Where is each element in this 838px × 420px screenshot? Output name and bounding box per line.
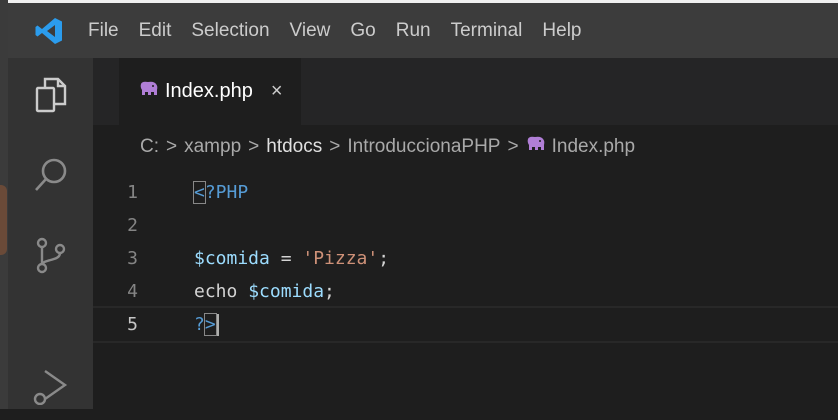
breadcrumb: C: > xampp > htdocs > IntroduccionaPHP >… — [140, 126, 838, 168]
keyword-token: echo — [194, 281, 249, 302]
close-icon[interactable]: × — [271, 80, 283, 103]
source-control-icon[interactable] — [8, 220, 93, 290]
menu-terminal[interactable]: Terminal — [451, 20, 523, 42]
breadcrumb-separator: > — [329, 136, 341, 157]
text-cursor — [216, 313, 219, 336]
menu-file[interactable]: File — [88, 20, 119, 42]
menu-bar: File Edit Selection View Go Run Terminal… — [8, 3, 838, 58]
breadcrumb-separator: > — [507, 136, 519, 157]
background-blob — [0, 185, 7, 255]
menu-run[interactable]: Run — [396, 20, 431, 42]
php-open-bracket: < — [193, 181, 206, 204]
menu-help[interactable]: Help — [542, 20, 581, 42]
menu-selection[interactable]: Selection — [191, 20, 269, 42]
code-line: 4 echo $comida; — [93, 275, 838, 308]
semicolon-token: ; — [324, 281, 335, 302]
run-debug-icon[interactable] — [8, 350, 93, 420]
vscode-logo-icon — [34, 16, 64, 46]
code-editor[interactable]: 1 <?PHP 2 3 $comida = 'Pizza'; 4 echo $c… — [93, 168, 838, 409]
breadcrumb-item-file[interactable]: Index.php — [552, 136, 635, 158]
variable-token: $comida — [194, 248, 270, 269]
string-token: 'Pizza' — [302, 248, 379, 269]
code-line-current: 5 ?> — [93, 306, 838, 343]
line-number: 3 — [127, 248, 138, 269]
code-line: 1 <?PHP — [93, 176, 838, 209]
php-close-question: ? — [194, 313, 205, 335]
explorer-icon[interactable] — [8, 60, 93, 130]
breadcrumb-separator: > — [248, 136, 260, 157]
line-number: 5 — [127, 314, 138, 335]
line-content: echo $comida; — [194, 281, 335, 302]
breadcrumb-separator: > — [166, 136, 178, 157]
tab-label: Index.php — [165, 80, 253, 102]
php-open-tag: ?PHP — [204, 182, 249, 203]
line-number: 2 — [127, 215, 138, 236]
editor-tabs: Index.php × — [93, 58, 838, 125]
line-number: 1 — [127, 182, 138, 203]
breadcrumb-item-folder[interactable]: IntroduccionaPHP — [347, 136, 500, 158]
php-elephant-icon — [526, 136, 546, 158]
search-icon[interactable] — [8, 140, 93, 210]
code-line: 2 — [93, 209, 838, 242]
php-elephant-icon — [139, 80, 159, 103]
menu-view[interactable]: View — [290, 20, 331, 42]
semicolon-token: ; — [378, 248, 390, 269]
activity-bar — [8, 58, 93, 409]
line-content: ?> — [194, 312, 219, 336]
breadcrumb-item-xampp[interactable]: xampp — [184, 136, 241, 158]
menu-go[interactable]: Go — [350, 20, 375, 42]
line-content: <?PHP — [193, 181, 249, 204]
window-left-edge — [0, 0, 8, 409]
menu-edit[interactable]: Edit — [139, 20, 172, 42]
operator-token: = — [269, 248, 303, 269]
breadcrumb-item-drive[interactable]: C: — [140, 136, 159, 158]
code-line: 3 $comida = 'Pizza'; — [93, 242, 838, 275]
variable-token: $comida — [248, 281, 325, 302]
line-number: 4 — [127, 281, 138, 302]
line-content: $comida = 'Pizza'; — [194, 248, 389, 269]
tab-index-php[interactable]: Index.php × — [119, 58, 301, 125]
breadcrumb-item-htdocs[interactable]: htdocs — [266, 136, 322, 158]
php-close-bracket: > — [203, 312, 217, 336]
